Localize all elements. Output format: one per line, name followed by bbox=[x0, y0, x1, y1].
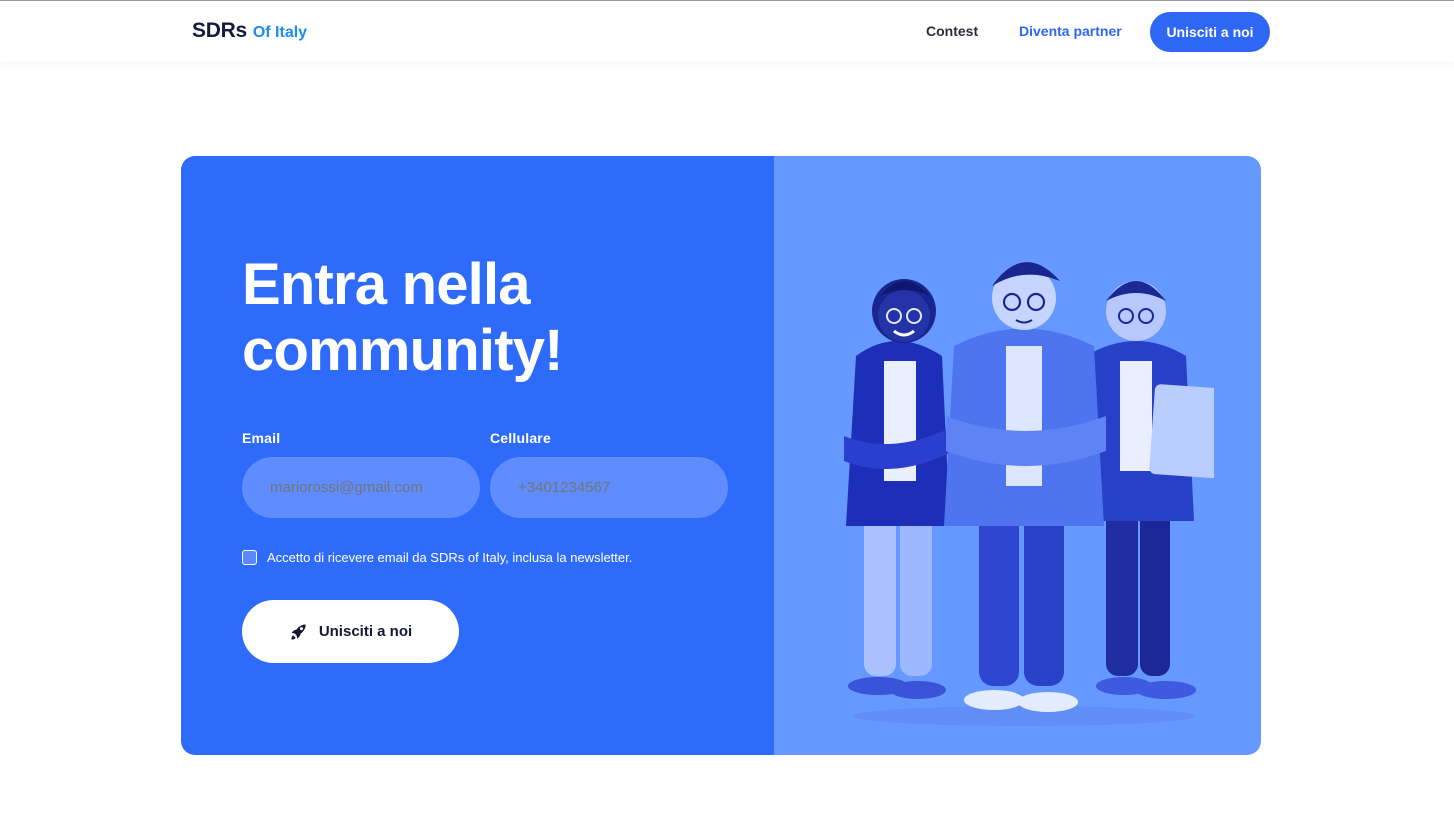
logo-main-text: SDRs bbox=[192, 19, 247, 42]
join-submit-button[interactable]: Unisciti a noi bbox=[242, 600, 459, 663]
illustration-panel bbox=[774, 156, 1261, 755]
logo-sub-text: Of Italy bbox=[252, 24, 308, 41]
phone-label: Cellulare bbox=[490, 430, 551, 446]
nav-link-partner[interactable]: Diventa partner bbox=[1019, 23, 1122, 39]
header-join-button[interactable]: Unisciti a noi bbox=[1150, 12, 1270, 52]
consent-checkbox[interactable] bbox=[242, 550, 257, 565]
person-center bbox=[944, 262, 1106, 712]
three-people-illustration bbox=[844, 262, 1214, 726]
phone-field[interactable] bbox=[490, 457, 728, 518]
page-title: Entra nella community! bbox=[242, 252, 563, 383]
rocket-icon bbox=[289, 622, 309, 642]
email-field[interactable] bbox=[242, 457, 480, 518]
newsletter-consent: Accetto di ricevere email da SDRs of Ita… bbox=[242, 550, 632, 565]
site-logo[interactable]: SDRs Of Italy bbox=[192, 19, 307, 43]
person-left bbox=[844, 279, 954, 699]
email-label: Email bbox=[242, 430, 281, 446]
top-navigation-bar: SDRs Of Italy Contest Diventa partner Un… bbox=[0, 0, 1454, 62]
nav-link-contest[interactable]: Contest bbox=[926, 23, 978, 39]
join-button-label: Unisciti a noi bbox=[318, 623, 413, 640]
consent-label: Accetto di ricevere email da SDRs of Ita… bbox=[267, 550, 633, 565]
signup-card: Entra nella community! Email Cellulare A… bbox=[181, 156, 1261, 755]
signup-form-panel: Entra nella community! Email Cellulare A… bbox=[181, 156, 774, 755]
